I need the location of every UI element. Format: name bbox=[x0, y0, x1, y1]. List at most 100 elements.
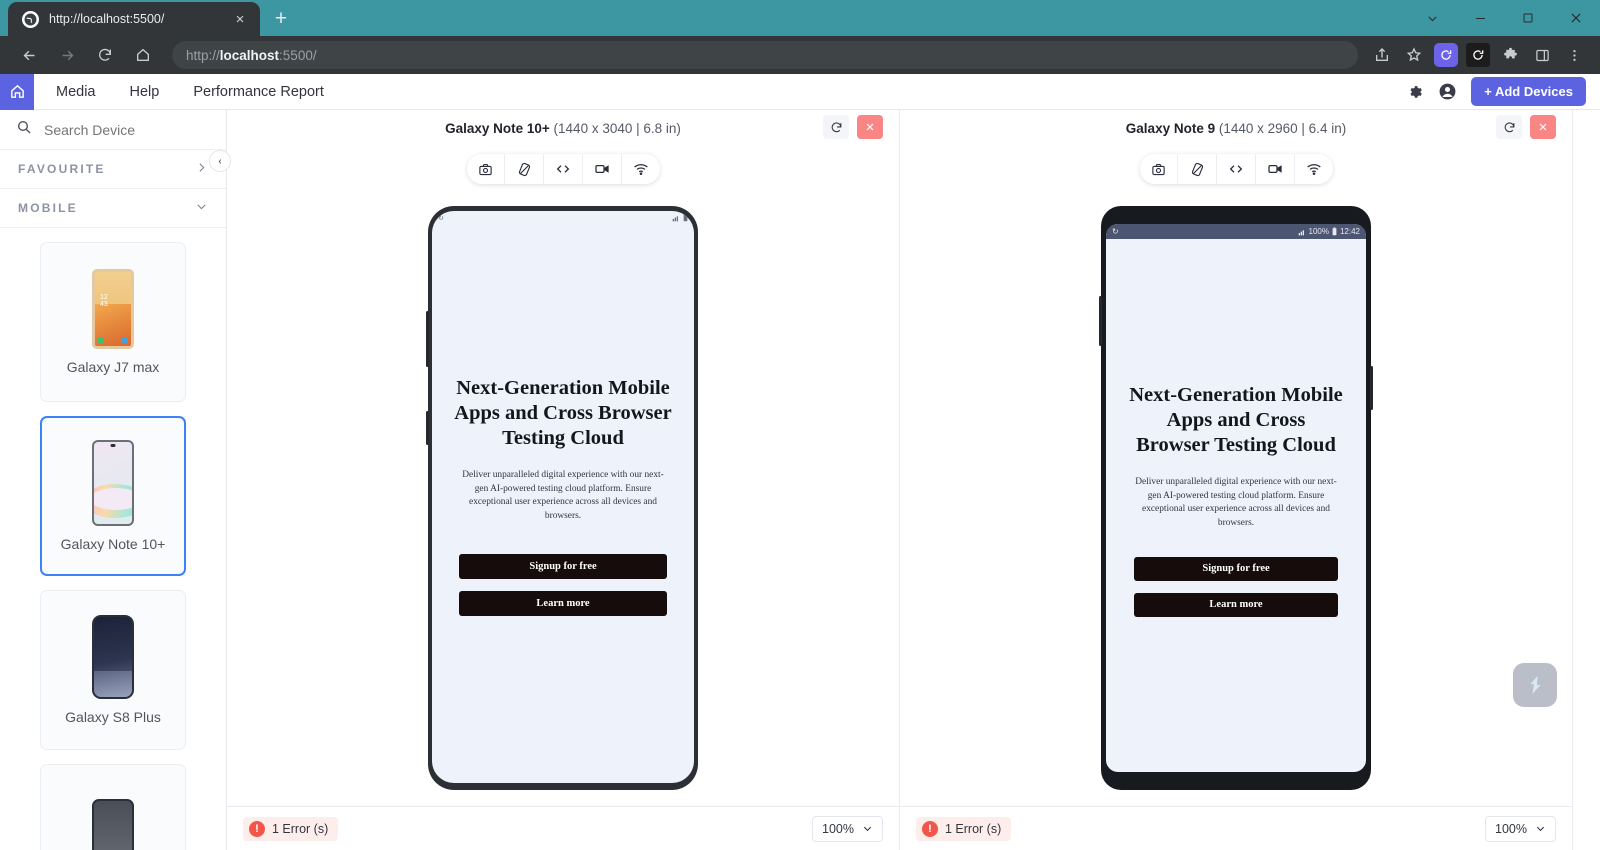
forward-arrow-icon[interactable] bbox=[51, 39, 83, 71]
nav-link-media[interactable]: Media bbox=[44, 84, 108, 100]
url-text: http://localhost:5500/ bbox=[186, 47, 317, 63]
devtools-code-icon[interactable] bbox=[1217, 154, 1256, 184]
panel-actions bbox=[823, 115, 883, 139]
device-side-button bbox=[1099, 296, 1102, 346]
close-icon[interactable] bbox=[1552, 0, 1600, 36]
app-navigation-bar: Media Help Performance Report + Add Devi… bbox=[0, 73, 1600, 110]
device-card-label: Galaxy J7 max bbox=[66, 359, 160, 375]
section-label-favourite: FAVOURITE bbox=[18, 162, 106, 176]
device-thumbnail bbox=[92, 799, 134, 850]
browser-tab[interactable]: http://localhost:5500/ × bbox=[8, 2, 260, 36]
account-icon[interactable] bbox=[1438, 82, 1457, 101]
window-controls bbox=[1408, 0, 1600, 36]
more-menu-icon[interactable] bbox=[1560, 41, 1588, 69]
chevron-down-icon[interactable] bbox=[1408, 0, 1456, 36]
video-record-icon[interactable] bbox=[583, 154, 622, 184]
status-right-icons: 100% 12:42 bbox=[1298, 227, 1360, 236]
rotate-icon[interactable] bbox=[505, 154, 545, 184]
device-workspace: Galaxy Note 10+ (1440 x 3040 | 6.8 in) ↻… bbox=[227, 110, 1600, 850]
nav-link-performance-report[interactable]: Performance Report bbox=[181, 84, 336, 100]
zoom-select[interactable]: 100% bbox=[812, 815, 883, 842]
add-devices-button[interactable]: + Add Devices bbox=[1471, 77, 1586, 106]
error-count-label: 1 Error (s) bbox=[272, 821, 329, 836]
error-count-label: 1 Error (s) bbox=[945, 821, 1002, 836]
panel-device-spec: (1440 x 2960 | 6.4 in) bbox=[1218, 120, 1347, 136]
minimize-icon[interactable] bbox=[1456, 0, 1504, 36]
rendered-web-page: Next-Generation Mobile Apps and Cross Br… bbox=[432, 224, 694, 616]
sidepanel-icon[interactable] bbox=[1528, 41, 1556, 69]
lambdatest-dark-extension-icon[interactable] bbox=[1464, 41, 1492, 69]
sidebar-section-mobile[interactable]: MOBILE bbox=[0, 189, 226, 228]
reload-icon[interactable] bbox=[89, 39, 121, 71]
battery-level-label: 100% bbox=[1308, 227, 1329, 236]
learn-more-button[interactable]: Learn more bbox=[459, 590, 667, 616]
chevron-down-icon bbox=[195, 200, 208, 216]
zoom-select[interactable]: 100% bbox=[1485, 815, 1556, 842]
close-panel-icon[interactable] bbox=[857, 115, 883, 139]
search-device-row[interactable] bbox=[0, 110, 226, 150]
chevron-right-icon bbox=[195, 161, 208, 177]
rotate-icon[interactable] bbox=[1178, 154, 1218, 184]
gear-icon[interactable] bbox=[1406, 83, 1424, 101]
network-wifi-icon[interactable] bbox=[622, 154, 660, 184]
globe-icon bbox=[22, 10, 39, 28]
chevron-down-icon bbox=[863, 826, 872, 832]
share-icon[interactable] bbox=[1368, 41, 1396, 69]
status-time-label: 12:42 bbox=[1339, 227, 1360, 236]
page-paragraph: Deliver unparalleled digital experience … bbox=[462, 470, 664, 521]
camera-icon[interactable] bbox=[467, 154, 506, 184]
device-thumbnail: 12 43 bbox=[92, 269, 134, 349]
refresh-icon[interactable] bbox=[823, 115, 849, 139]
back-arrow-icon[interactable] bbox=[13, 39, 45, 71]
camera-icon[interactable] bbox=[1140, 154, 1179, 184]
panel-device-name: Galaxy Note 9 bbox=[1125, 120, 1216, 136]
device-card-partial[interactable] bbox=[40, 764, 186, 850]
home-icon[interactable] bbox=[127, 39, 159, 71]
tab-close-icon[interactable]: × bbox=[230, 9, 250, 29]
maximize-icon[interactable] bbox=[1504, 0, 1552, 36]
sidebar-collapse-button[interactable]: ‹ bbox=[209, 150, 231, 172]
app-home-icon[interactable] bbox=[0, 73, 34, 110]
video-record-icon[interactable] bbox=[1256, 154, 1295, 184]
signup-for-free-button[interactable]: Signup for free bbox=[459, 553, 667, 579]
network-wifi-icon[interactable] bbox=[1295, 154, 1333, 184]
new-tab-button[interactable]: + bbox=[266, 4, 296, 34]
zoom-value: 100% bbox=[822, 821, 854, 836]
panel-footer: ! 1 Error (s) 100% bbox=[227, 806, 899, 850]
device-mockup-galaxy-note-9: ↻ 100% 12:42 Next-Generation Mobile Apps… bbox=[1099, 206, 1373, 790]
panel-title: Galaxy Note 9 (1440 x 2960 | 6.4 in) bbox=[1126, 121, 1346, 136]
devtools-code-icon[interactable] bbox=[544, 154, 583, 184]
panel-header: Galaxy Note 9 (1440 x 2960 | 6.4 in) bbox=[900, 110, 1572, 146]
browser-title-bar: http://localhost:5500/ × + bbox=[0, 0, 1600, 36]
bookmark-star-icon[interactable] bbox=[1400, 41, 1428, 69]
search-input[interactable] bbox=[44, 121, 194, 138]
status-refresh-icon: ↻ bbox=[1112, 227, 1119, 236]
section-label-mobile: MOBILE bbox=[18, 201, 78, 215]
lambdatest-extension-icon[interactable] bbox=[1432, 41, 1460, 69]
nav-link-help[interactable]: Help bbox=[118, 84, 172, 100]
sidebar-section-favourite[interactable]: FAVOURITE bbox=[0, 150, 226, 189]
device-toolbar bbox=[1139, 154, 1333, 184]
device-card-galaxy-s8-plus[interactable]: Galaxy S8 Plus bbox=[40, 590, 186, 750]
status-right-icons bbox=[672, 213, 688, 222]
page-paragraph: Deliver unparalleled digital experience … bbox=[1135, 477, 1337, 528]
refresh-icon[interactable] bbox=[1496, 115, 1522, 139]
learn-more-button[interactable]: Learn more bbox=[1134, 592, 1338, 617]
device-sidebar: FAVOURITE MOBILE 1243 Galaxy J7 max Gala… bbox=[0, 110, 227, 850]
floating-assistant-widget[interactable] bbox=[1513, 663, 1557, 707]
device-side-button bbox=[426, 411, 429, 445]
device-card-galaxy-j7-max[interactable]: 12 43 Galaxy J7 max bbox=[40, 242, 186, 402]
device-card-galaxy-note-10-plus[interactable]: Galaxy Note 10+ bbox=[40, 416, 186, 576]
device-thumbnail bbox=[92, 440, 134, 526]
error-badge[interactable]: ! 1 Error (s) bbox=[916, 816, 1012, 841]
device-status-bar: ↻ 100% 12:42 bbox=[1106, 224, 1366, 239]
zoom-value: 100% bbox=[1495, 821, 1527, 836]
page-heading: Next-Generation Mobile Apps and Cross Br… bbox=[1129, 384, 1343, 456]
signup-for-free-button[interactable]: Signup for free bbox=[1134, 556, 1338, 581]
panel-device-name: Galaxy Note 10+ bbox=[445, 120, 550, 136]
close-panel-icon[interactable] bbox=[1530, 115, 1556, 139]
error-badge[interactable]: ! 1 Error (s) bbox=[243, 816, 339, 841]
device-mockup-galaxy-note-10-plus: ↻ Next-Generation Mobile Apps and Cross … bbox=[426, 206, 698, 790]
puzzle-extension-icon[interactable] bbox=[1496, 41, 1524, 69]
address-bar[interactable]: http://localhost:5500/ bbox=[172, 41, 1358, 69]
